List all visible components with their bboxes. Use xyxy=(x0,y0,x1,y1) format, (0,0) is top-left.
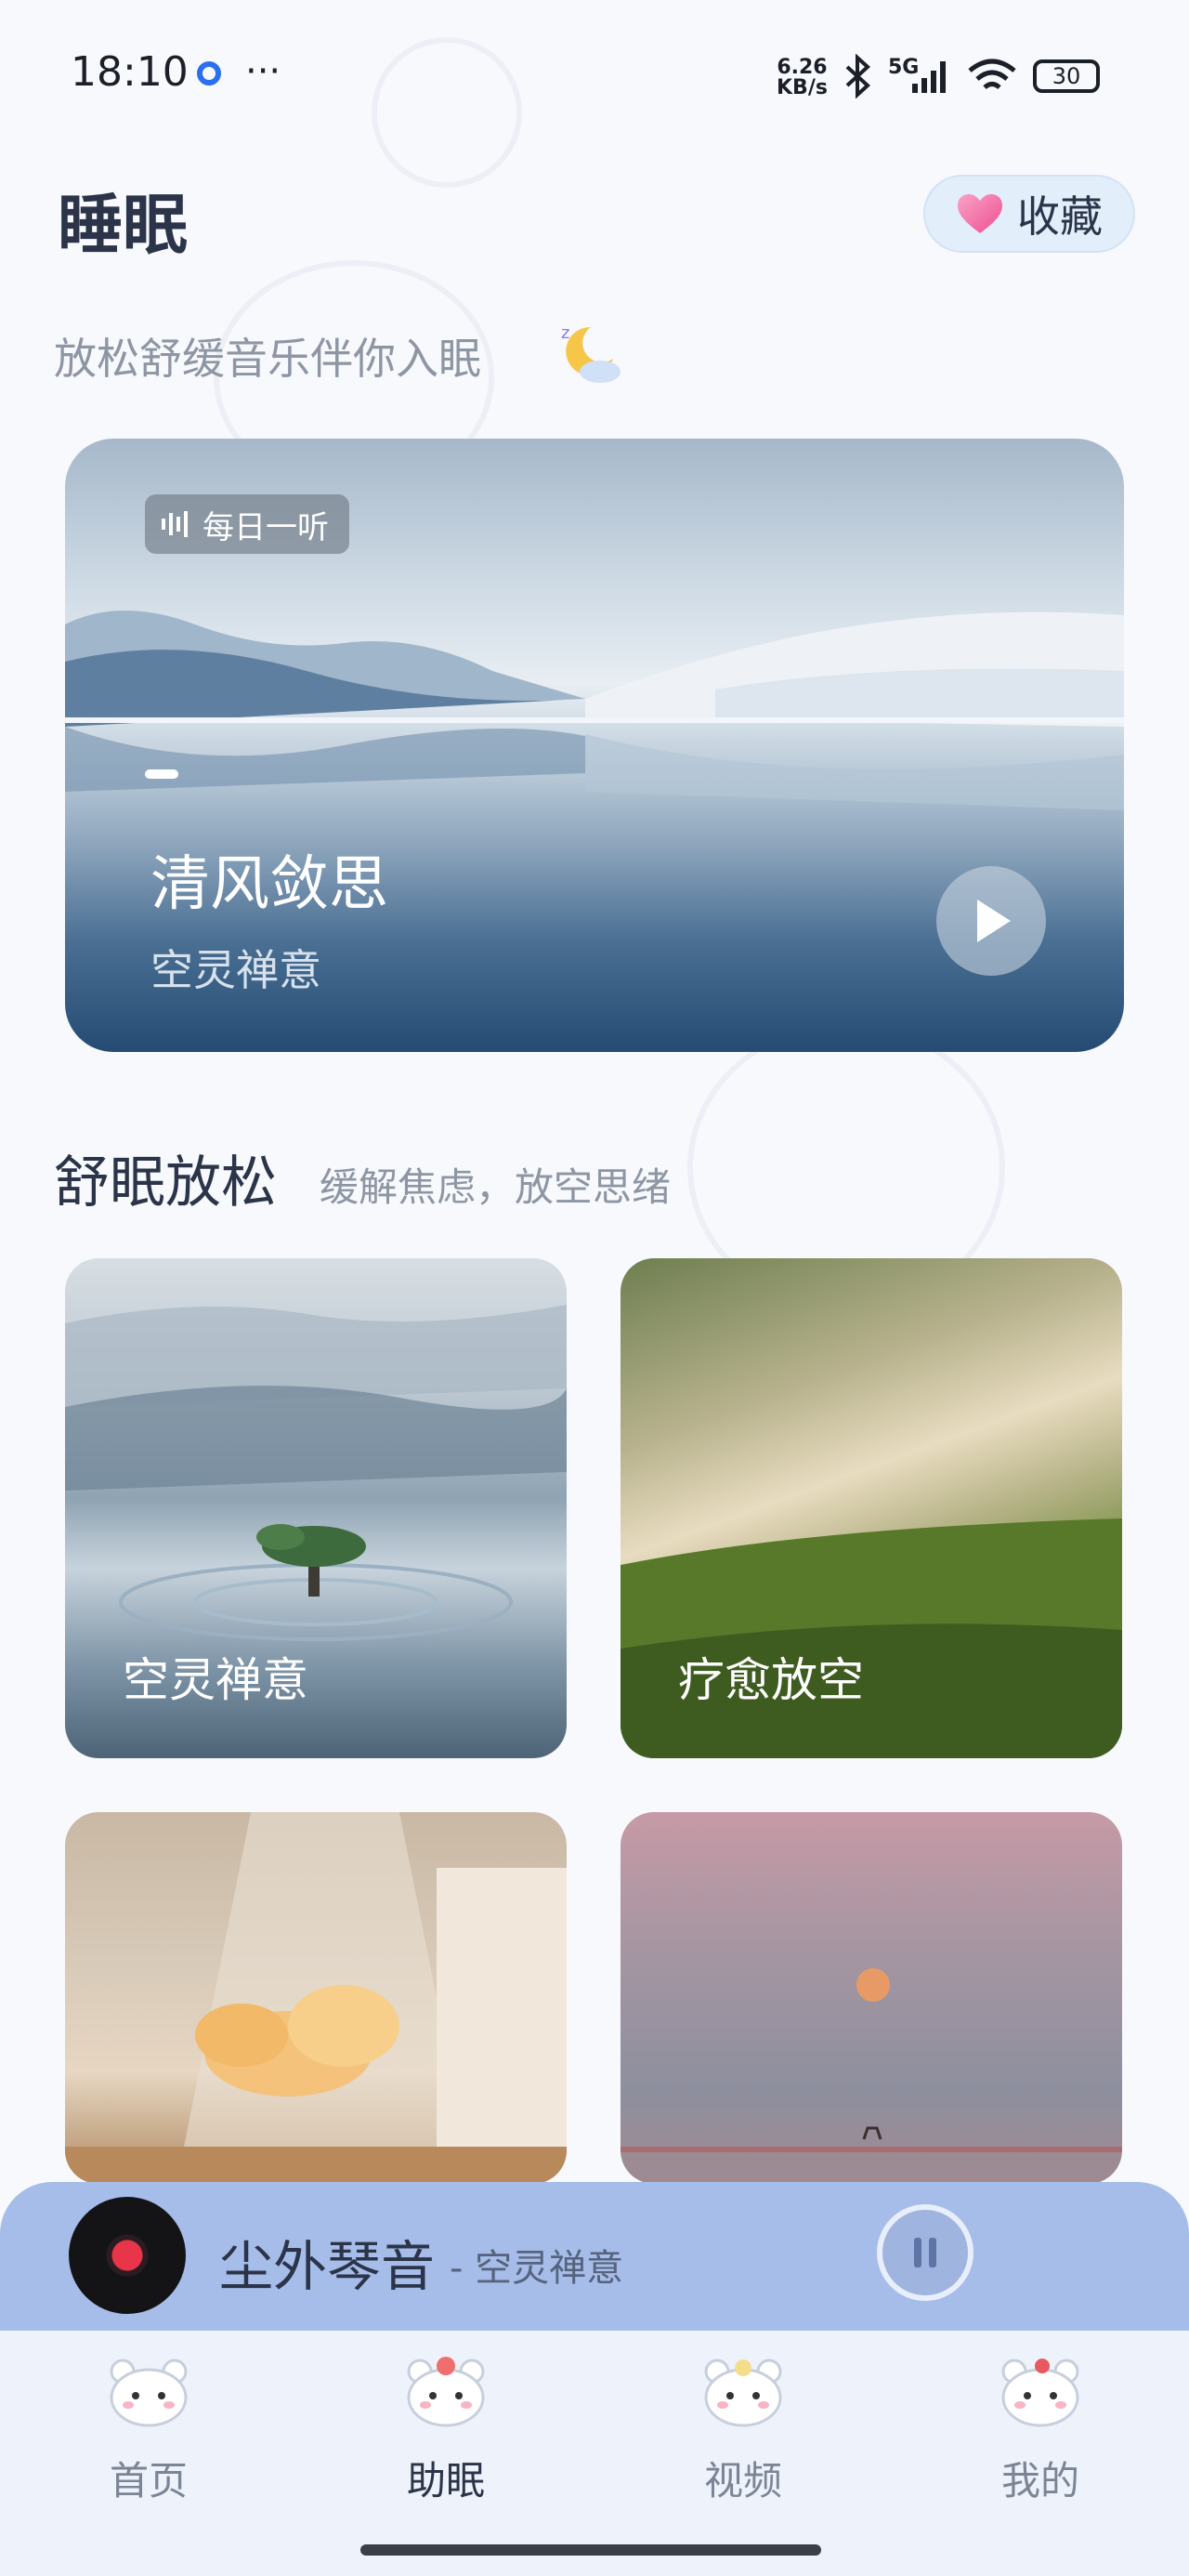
featured-subtitle: 空灵禅意 xyxy=(150,945,321,995)
tab-video[interactable]: 视频 xyxy=(660,2355,827,2513)
category-label: 空灵禅意 xyxy=(123,1653,308,1707)
tab-label: 首页 xyxy=(109,2458,188,2504)
featured-play-button[interactable] xyxy=(936,866,1046,976)
tab-label: 我的 xyxy=(1000,2458,1079,2504)
svg-text:z: z xyxy=(561,323,569,343)
home-indicator[interactable] xyxy=(360,2544,821,2556)
moon-horizon-image xyxy=(621,1968,1122,2152)
battery-icon: 30 xyxy=(1033,59,1100,93)
status-time: 18:10 xyxy=(71,48,189,96)
daily-listen-label: 每日一听 xyxy=(203,508,329,546)
favorites-label: 收藏 xyxy=(1017,191,1103,242)
cellular-signal-icon xyxy=(912,61,946,93)
cloud-room-image xyxy=(65,1812,567,2184)
now-playing-artist: - 空灵禅意 xyxy=(450,2247,624,2290)
tab-sleep[interactable]: 助眠 xyxy=(362,2355,529,2513)
featured-title: 清风敛思 xyxy=(150,850,388,919)
network-speed: 6.26 KB/s xyxy=(777,58,828,99)
tab-mine[interactable]: 我的 xyxy=(957,2355,1124,2513)
play-icon xyxy=(977,900,1011,942)
moon-sleep-icon: z xyxy=(561,323,621,383)
bluetooth-icon xyxy=(845,54,870,99)
wifi-icon xyxy=(968,59,1016,89)
page-subtitle: 放松舒缓音乐伴你入眠 xyxy=(54,334,481,384)
bear-video-icon xyxy=(704,2359,782,2427)
bear-home-icon xyxy=(110,2359,188,2427)
status-bar: 18:10 ··· 6.26 KB/s 5G 30 xyxy=(0,0,1189,158)
pause-icon xyxy=(914,2238,936,2267)
category-label: 疗愈放空 xyxy=(678,1653,864,1707)
bear-sleep-icon xyxy=(407,2357,485,2427)
app-notification-icon xyxy=(197,61,221,85)
page-title: 睡眠 xyxy=(58,187,188,263)
tab-label: 视频 xyxy=(703,2458,782,2504)
now-playing-title: 尘外琴音 xyxy=(219,2235,436,2298)
pause-button[interactable] xyxy=(877,2204,973,2301)
section-title: 舒眠放松 xyxy=(54,1150,277,1216)
section-subtitle: 缓解焦虑，放空思绪 xyxy=(320,1164,672,1210)
vinyl-record-icon xyxy=(69,2197,186,2314)
more-notifications-icon: ··· xyxy=(245,50,281,93)
category-card-healing[interactable]: 疗愈放空 xyxy=(621,1258,1122,1758)
bear-profile-icon xyxy=(1001,2359,1079,2427)
favorites-button[interactable]: 收藏 xyxy=(923,175,1135,253)
heart-icon xyxy=(958,194,1002,233)
category-card-zen[interactable]: 空灵禅意 xyxy=(65,1258,567,1758)
category-card-clouds[interactable] xyxy=(65,1812,567,2184)
tab-home[interactable]: 首页 xyxy=(65,2355,232,2513)
tab-label: 助眠 xyxy=(406,2458,485,2504)
battery-level: 30 xyxy=(1052,63,1081,89)
carousel-indicator xyxy=(145,769,178,779)
featured-track-card[interactable]: 每日一听 清风敛思 空灵禅意 xyxy=(65,439,1124,1052)
daily-listen-badge: 每日一听 xyxy=(145,494,349,554)
network-speed-value: 6.26 xyxy=(777,56,828,79)
audio-wave-icon xyxy=(162,511,188,537)
network-speed-unit: KB/s xyxy=(777,76,828,99)
category-card-moon[interactable] xyxy=(621,1812,1122,2184)
